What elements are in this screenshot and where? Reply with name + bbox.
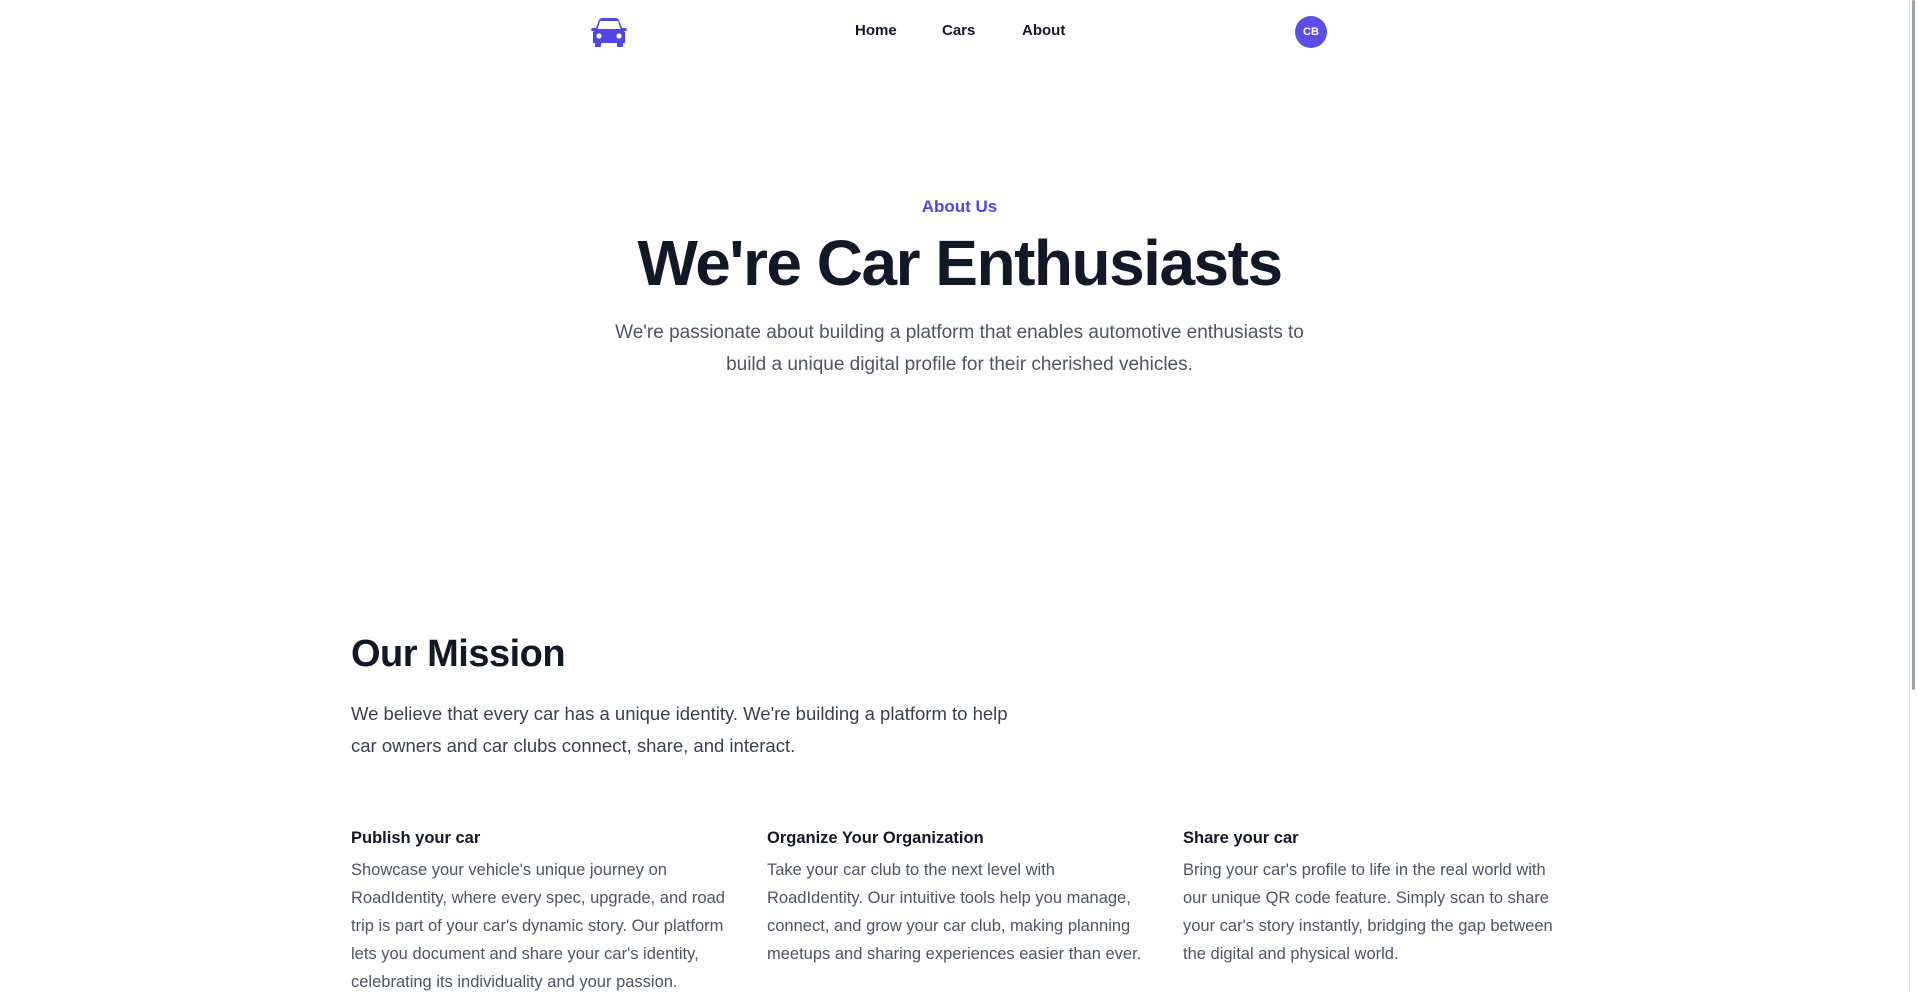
mission-text: We believe that every car has a unique i…: [351, 703, 1008, 756]
mission-title: Our Mission: [351, 633, 566, 675]
page-scrollbar[interactable]: [1909, 0, 1919, 992]
nav-link-about[interactable]: About: [1022, 22, 1065, 39]
feature-text: Take your car club to the next level wit…: [767, 861, 1142, 963]
nav-link-home[interactable]: Home: [855, 22, 897, 39]
feature-organize-your-organization: Organize Your Organization Take your car…: [767, 826, 1152, 968]
site-header: Home Cars About CB: [0, 0, 1919, 64]
hero-section: About Us We're Car Enthusiasts We're pas…: [0, 190, 1919, 381]
feature-title: Publish your car: [351, 829, 481, 847]
feature-publish-your-car: Publish your car Showcase your vehicle's…: [351, 826, 736, 996]
hero-title: We're Car Enthusiasts: [637, 227, 1283, 299]
main-nav: Home Cars About: [0, 22, 1919, 44]
feature-title: Share your car: [1183, 829, 1299, 847]
hero-eyebrow: About Us: [921, 197, 998, 216]
scrollbar-thumb[interactable]: [1912, 0, 1915, 690]
hero-subtitle: We're passionate about building a platfo…: [615, 322, 1304, 375]
features-grid: Publish your car Showcase your vehicle's…: [351, 826, 1571, 996]
feature-text: Showcase your vehicle's unique journey o…: [351, 861, 725, 991]
scrollbar-track: [1909, 0, 1910, 992]
feature-title: Organize Your Organization: [767, 829, 984, 847]
nav-link-cars[interactable]: Cars: [942, 22, 975, 39]
user-avatar[interactable]: CB: [1295, 16, 1327, 48]
feature-share-your-car: Share your car Bring your car's profile …: [1183, 826, 1568, 968]
feature-text: Bring your car's profile to life in the …: [1183, 861, 1553, 963]
mission-section: Our Mission We believe that every car ha…: [351, 628, 1571, 762]
